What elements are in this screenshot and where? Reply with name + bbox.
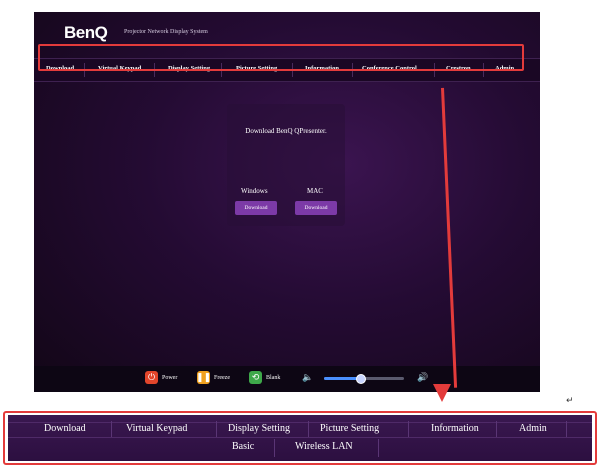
windows-download-button[interactable]: Download bbox=[235, 201, 277, 215]
nav-separator bbox=[308, 421, 309, 437]
subnav-item-wireless-lan[interactable]: Wireless LAN bbox=[295, 441, 353, 452]
blank-icon[interactable]: ⟲ bbox=[249, 371, 262, 384]
volume-slider-fill bbox=[324, 377, 360, 380]
download-panel: Download BenQ QPresenter. Windows MAC Do… bbox=[227, 104, 345, 226]
nav-separator bbox=[111, 421, 112, 437]
nav-item-virtual-keypad[interactable]: Virtual Keypad bbox=[126, 423, 187, 434]
nav-row-divider bbox=[8, 422, 592, 438]
text-cursor-icon: ↵ bbox=[566, 396, 574, 406]
nav-separator bbox=[274, 439, 275, 457]
volume-up-icon[interactable]: 🔊 bbox=[417, 373, 428, 383]
volume-slider[interactable] bbox=[324, 374, 404, 384]
blank-label: Blank bbox=[266, 375, 281, 381]
control-bar: ⏻ Power ❚❚ Freeze ⟲ Blank 🔈 🔊 bbox=[34, 366, 540, 392]
volume-down-icon[interactable]: 🔈 bbox=[302, 373, 313, 383]
download-panel-title: Download BenQ QPresenter. bbox=[245, 127, 327, 135]
subnav-item-basic[interactable]: Basic bbox=[232, 441, 254, 452]
nav-item-picture-setting[interactable]: Picture Setting bbox=[320, 423, 379, 434]
nav-separator bbox=[408, 421, 409, 437]
nav-item-admin[interactable]: Admin bbox=[519, 423, 547, 434]
system-subtitle: Projector Network Display System bbox=[124, 29, 208, 35]
nav-item-information[interactable]: Information bbox=[431, 423, 479, 434]
mac-download-button[interactable]: Download bbox=[295, 201, 337, 215]
freeze-icon[interactable]: ❚❚ bbox=[196, 371, 211, 384]
freeze-label: Freeze bbox=[214, 375, 230, 381]
power-label: Power bbox=[162, 375, 178, 381]
nav-separator bbox=[496, 421, 497, 437]
power-icon[interactable]: ⏻ bbox=[145, 371, 158, 384]
nav-item-display-setting[interactable]: Display Setting bbox=[228, 423, 290, 434]
mac-label: MAC bbox=[307, 187, 323, 195]
nav-separator bbox=[566, 421, 567, 437]
nav-separator bbox=[216, 421, 217, 437]
nav-separator bbox=[378, 439, 379, 457]
nav-item-download[interactable]: Download bbox=[44, 423, 86, 434]
red-arrow-head bbox=[433, 384, 451, 402]
windows-label: Windows bbox=[241, 187, 268, 195]
highlight-box-top-nav bbox=[38, 44, 524, 71]
updated-navigation-bar: Download Virtual Keypad Display Setting … bbox=[8, 415, 592, 461]
volume-slider-knob[interactable] bbox=[356, 374, 366, 384]
benq-logo: BenQ bbox=[64, 23, 108, 42]
